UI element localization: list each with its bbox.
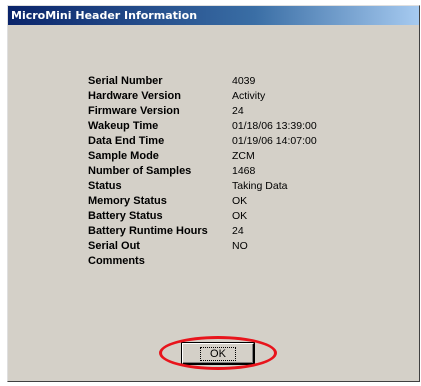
info-value: 1468 xyxy=(232,165,256,177)
info-label: Serial Out xyxy=(88,240,140,252)
info-label: Wakeup Time xyxy=(88,120,159,132)
info-row: Firmware Version 24 xyxy=(88,104,317,119)
info-row: Serial Out NO xyxy=(88,239,317,254)
info-value: ZCM xyxy=(232,150,255,162)
info-row: Battery Runtime Hours 24 xyxy=(88,224,317,239)
info-row: Number of Samples 1468 xyxy=(88,164,317,179)
info-value: 24 xyxy=(232,105,244,117)
info-row: Wakeup Time 01/18/06 13:39:00 xyxy=(88,119,317,134)
info-value: NO xyxy=(232,240,248,252)
info-value: OK xyxy=(232,195,248,207)
info-value: Activity xyxy=(232,90,266,102)
title-bar[interactable]: MicroMini Header Information xyxy=(8,6,419,25)
info-row: Sample Mode ZCM xyxy=(88,149,317,164)
info-label: Status xyxy=(88,180,122,192)
info-label: Sample Mode xyxy=(88,150,159,162)
ok-button-label: OK xyxy=(200,346,236,361)
header-info-dialog: MicroMini Header Information Serial Numb… xyxy=(7,5,420,382)
info-value: 4039 xyxy=(232,75,256,87)
info-label: Memory Status xyxy=(88,195,167,207)
info-label: Comments xyxy=(88,255,145,267)
info-row: Battery Status OK xyxy=(88,209,317,224)
info-row: Status Taking Data xyxy=(88,179,317,194)
info-value: OK xyxy=(232,210,248,222)
info-label: Hardware Version xyxy=(88,90,181,102)
info-value: 01/19/06 14:07:00 xyxy=(232,135,317,147)
info-row: Comments xyxy=(88,254,317,269)
info-label: Firmware Version xyxy=(88,105,180,117)
ok-button[interactable]: OK xyxy=(182,343,254,364)
info-label: Battery Status xyxy=(88,210,163,222)
info-label: Serial Number xyxy=(88,75,163,87)
info-value xyxy=(232,254,317,269)
header-info-table: Serial Number 4039 Hardware Version Activit… xyxy=(88,74,317,269)
info-value: 01/18/06 13:39:00 xyxy=(232,120,317,132)
info-label: Number of Samples xyxy=(88,165,192,177)
info-row: Serial Number 4039 xyxy=(88,74,317,89)
info-row: Data End Time 01/19/06 14:07:00 xyxy=(88,134,317,149)
info-label: Battery Runtime Hours xyxy=(88,225,208,237)
window-title: MicroMini Header Information xyxy=(11,9,198,22)
info-label: Data End Time xyxy=(88,135,165,147)
info-row: Memory Status OK xyxy=(88,194,317,209)
info-value: Taking Data xyxy=(232,180,288,192)
info-row: Hardware Version Activity xyxy=(88,89,317,104)
info-value: 24 xyxy=(232,225,244,237)
